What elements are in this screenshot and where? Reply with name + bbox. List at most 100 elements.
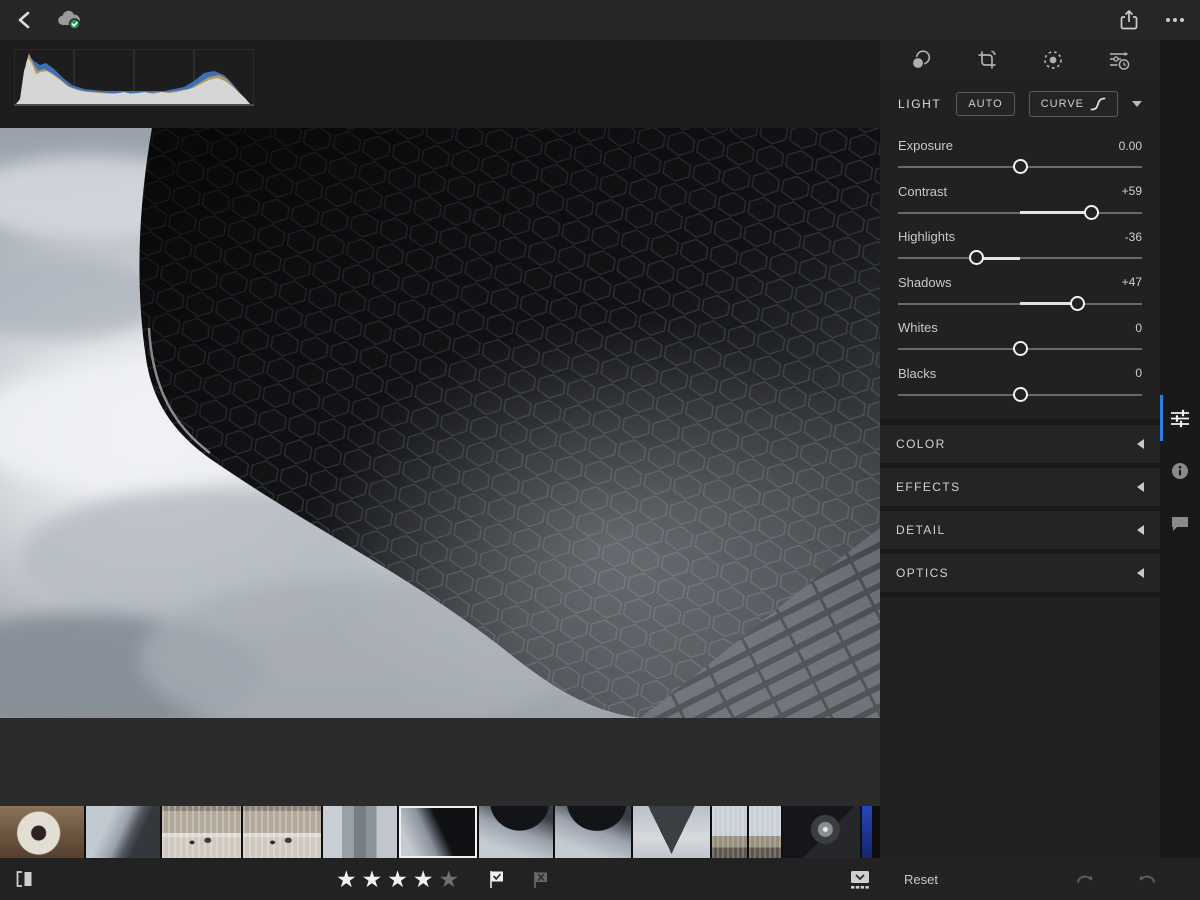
- filmstrip-thumbnail[interactable]: [749, 806, 781, 858]
- filmstrip-thumbnail[interactable]: [162, 806, 241, 858]
- slider-label: Blacks: [898, 366, 936, 381]
- filmstrip-thumbnail[interactable]: [783, 806, 860, 858]
- slider-value: 0: [1135, 366, 1142, 380]
- section-optics[interactable]: OPTICS: [880, 554, 1160, 592]
- slider-label: Shadows: [898, 275, 951, 290]
- slider-value: 0.00: [1119, 139, 1142, 153]
- section-color[interactable]: COLOR: [880, 425, 1160, 463]
- bottom-toolbar: ★★★★★: [0, 858, 880, 900]
- star-5[interactable]: ★: [439, 868, 460, 891]
- filmstrip-thumbnail[interactable]: [555, 806, 631, 858]
- slider-track[interactable]: [898, 205, 1142, 221]
- reset-button[interactable]: Reset: [904, 872, 938, 887]
- versions-icon[interactable]: [1104, 45, 1134, 75]
- slider-knob[interactable]: [1084, 205, 1099, 220]
- chevron-left-icon: [1137, 482, 1144, 492]
- filmstrip-thumbnail[interactable]: [0, 806, 84, 858]
- filmstrip-thumbnail-selected[interactable]: [399, 806, 477, 858]
- top-bar: [0, 0, 1200, 40]
- section-label: DETAIL: [896, 523, 946, 537]
- crop-icon[interactable]: [972, 45, 1002, 75]
- redo-icon[interactable]: [1070, 864, 1100, 894]
- slider-track[interactable]: [898, 387, 1142, 403]
- chevron-down-icon[interactable]: [1132, 101, 1142, 107]
- light-section-header: LIGHT AUTO CURVE: [880, 80, 1160, 128]
- slider-highlights: Highlights -36: [898, 223, 1142, 269]
- chevron-left-icon: [1137, 568, 1144, 578]
- histogram[interactable]: [14, 49, 254, 111]
- slider-label: Exposure: [898, 138, 953, 153]
- filmstrip[interactable]: [0, 806, 880, 858]
- section-effects[interactable]: EFFECTS: [880, 468, 1160, 506]
- edit-panel: LIGHT AUTO CURVE Exposure 0.00 Contrast …: [880, 40, 1160, 858]
- slider-whites: Whites 0: [898, 314, 1142, 360]
- filmstrip-thumbnail[interactable]: [86, 806, 160, 858]
- filmstrip-toggle-icon[interactable]: [845, 865, 875, 895]
- collapsed-sections: COLOR EFFECTS DETAIL OPTICS: [880, 419, 1160, 598]
- slider-track[interactable]: [898, 296, 1142, 312]
- reject-flag-icon[interactable]: [526, 864, 556, 894]
- slider-blacks: Blacks 0: [898, 360, 1142, 406]
- right-rail: [1160, 40, 1200, 858]
- filmstrip-thumbnail[interactable]: [633, 806, 710, 858]
- slider-value: 0: [1135, 321, 1142, 335]
- star-3[interactable]: ★: [387, 868, 408, 891]
- slider-knob[interactable]: [1013, 387, 1028, 402]
- selective-edit-icon[interactable]: [1038, 45, 1068, 75]
- curve-button[interactable]: CURVE: [1029, 91, 1118, 117]
- rail-edit-button[interactable]: [1160, 400, 1200, 436]
- lightroom-app: ★★★★★: [0, 0, 1200, 900]
- cloud-sync-icon[interactable]: [54, 5, 84, 35]
- slider-label: Highlights: [898, 229, 955, 244]
- edit-toolbar: [880, 40, 1160, 80]
- slider-value: +47: [1122, 275, 1142, 289]
- star-2[interactable]: ★: [362, 868, 383, 891]
- slider-shadows: Shadows +47: [898, 269, 1142, 315]
- light-sliders: Exposure 0.00 Contrast +59 Highlights -3…: [880, 128, 1160, 405]
- histogram-strip: [0, 40, 880, 128]
- rail-info-button[interactable]: [1160, 453, 1200, 489]
- canvas-letterbox: [0, 718, 880, 806]
- pick-flag-icon[interactable]: [482, 864, 512, 894]
- main-area: ★★★★★: [0, 40, 880, 900]
- section-label: EFFECTS: [896, 480, 960, 494]
- star-1[interactable]: ★: [336, 868, 357, 891]
- filmstrip-thumbnail[interactable]: [712, 806, 747, 858]
- slider-label: Contrast: [898, 184, 947, 199]
- slider-exposure: Exposure 0.00: [898, 132, 1142, 178]
- auto-button[interactable]: AUTO: [956, 92, 1014, 116]
- filmstrip-thumbnail[interactable]: [479, 806, 553, 858]
- star-4[interactable]: ★: [413, 868, 434, 891]
- slider-track[interactable]: [898, 250, 1142, 266]
- slider-contrast: Contrast +59: [898, 178, 1142, 224]
- comments-icon: [1169, 512, 1191, 534]
- section-detail[interactable]: DETAIL: [880, 511, 1160, 549]
- before-after-compare-icon[interactable]: [10, 864, 40, 894]
- filmstrip-thumbnail[interactable]: [323, 806, 397, 858]
- edit-sliders-icon: [1168, 406, 1192, 430]
- slider-knob[interactable]: [1013, 159, 1028, 174]
- reset-bar: Reset: [880, 858, 1200, 900]
- slider-knob[interactable]: [1070, 296, 1085, 311]
- star-rating[interactable]: ★★★★★: [336, 858, 459, 900]
- slider-knob[interactable]: [969, 250, 984, 265]
- photo-canvas[interactable]: [0, 128, 880, 718]
- filmstrip-thumbnail[interactable]: [862, 806, 872, 858]
- section-label: OPTICS: [896, 566, 949, 580]
- slider-label: Whites: [898, 320, 938, 335]
- undo-icon[interactable]: [1132, 864, 1162, 894]
- more-menu-icon[interactable]: [1160, 5, 1190, 35]
- info-icon: [1169, 460, 1191, 482]
- slider-track[interactable]: [898, 341, 1142, 357]
- slider-value: -36: [1125, 230, 1142, 244]
- slider-knob[interactable]: [1013, 341, 1028, 356]
- presets-icon[interactable]: [906, 45, 936, 75]
- share-icon[interactable]: [1114, 5, 1144, 35]
- slider-track[interactable]: [898, 159, 1142, 175]
- back-button[interactable]: [10, 5, 40, 35]
- light-title: LIGHT: [898, 97, 941, 111]
- filmstrip-thumbnail[interactable]: [243, 806, 321, 858]
- chevron-left-icon: [1137, 525, 1144, 535]
- rail-comments-button[interactable]: [1160, 505, 1200, 541]
- slider-value: +59: [1122, 184, 1142, 198]
